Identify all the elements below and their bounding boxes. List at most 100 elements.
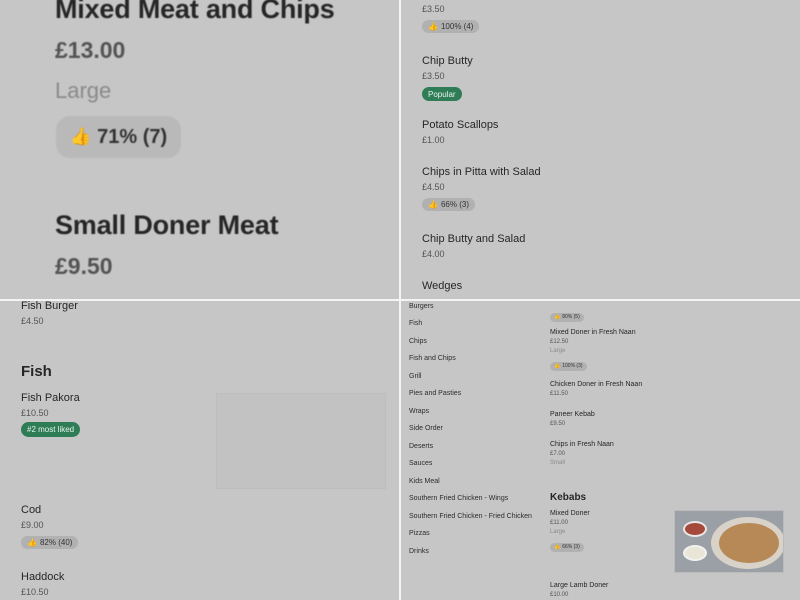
thumbs-up-icon: 👍: [70, 127, 92, 146]
menu-item[interactable]: 👍 80% (5): [550, 305, 584, 323]
horizontal-divider: [0, 299, 800, 301]
category-link-burgers[interactable]: Burgers: [409, 303, 434, 310]
item-name: Fish Pakora: [21, 392, 80, 404]
menu-item[interactable]: Chips in Fresh Naan £7.00 Small: [550, 441, 614, 466]
menu-item[interactable]: Chips in Pitta with Salad £4.50 👍 66% (3…: [422, 166, 541, 212]
category-link-sfc-fried-chicken[interactable]: Southern Fried Chicken - Fried Chicken: [409, 513, 532, 520]
item-name: Wedges: [422, 280, 463, 292]
item-name: Paneer Kebab: [550, 411, 595, 418]
chips-menu-panel: £3.50 👍 100% (4) Chip Butty £3.50 Popula…: [400, 0, 800, 300]
item-price: £11.50: [550, 391, 568, 397]
category-link-fish-and-chips[interactable]: Fish and Chips: [409, 355, 456, 362]
category-link-wraps[interactable]: Wraps: [409, 408, 429, 415]
item-size: Small: [550, 460, 566, 466]
item-name: Chip Butty: [422, 55, 473, 67]
category-link-pizzas[interactable]: Pizzas: [409, 530, 430, 537]
section-heading: Fish: [21, 363, 52, 380]
food-shape: [719, 523, 779, 563]
menu-item[interactable]: Wedges: [422, 280, 462, 292]
item-price: £9.50: [550, 421, 566, 427]
fish-menu-panel: Fish Burger £4.50 Fish Fish Pakora £10.5…: [0, 300, 400, 600]
rating-badge: 👍 80% (5): [550, 312, 584, 322]
category-link-fish[interactable]: Fish: [409, 320, 422, 327]
item-price: £9.50: [55, 253, 113, 279]
menu-item[interactable]: Paneer Kebab £9.50: [550, 411, 595, 427]
item-name: Fish Burger: [21, 300, 78, 312]
category-link-sfc-wings[interactable]: Southern Fried Chicken - Wings: [409, 495, 508, 502]
item-size: Large: [55, 78, 112, 103]
category-link-side-order[interactable]: Side Order: [409, 425, 443, 432]
popular-badge: Popular: [422, 87, 462, 101]
rating-text: 100% (4): [440, 22, 474, 31]
rating-text: 80% (5): [562, 314, 580, 320]
menu-item[interactable]: Fish Burger £4.50: [21, 300, 78, 326]
item-price: £3.50: [422, 4, 445, 14]
rating-badge: 👍 66% (3): [422, 198, 475, 211]
item-price: £7.00: [550, 451, 566, 457]
item-name: Chips in Fresh Naan: [550, 441, 614, 448]
item-size: Large: [550, 348, 566, 354]
menu-item[interactable]: Chip Butty and Salad £4.00: [422, 233, 525, 259]
thumbs-up-icon: 👍: [428, 200, 438, 209]
item-name: Mixed Doner: [550, 510, 590, 517]
most-liked-badge: #2 most liked: [21, 422, 81, 437]
menu-item[interactable]: Fish Pakora £10.50 #2 most liked: [21, 392, 81, 437]
item-price: £11.00: [550, 520, 568, 526]
menu-item[interactable]: £3.50 👍 100% (4): [422, 4, 480, 34]
sauce-bowl-white: [683, 545, 707, 561]
item-name[interactable]: Mixed Meat and Chips: [55, 0, 335, 25]
item-name: Potato Scallops: [422, 119, 499, 131]
sauce-bowl-red: [683, 521, 707, 537]
menu-item[interactable]: Potato Scallops £1.00: [422, 119, 498, 145]
item-name: Cod: [21, 504, 42, 516]
item-name: Chicken Doner in Fresh Naan: [550, 381, 643, 388]
category-link-kids-meal[interactable]: Kids Meal: [409, 478, 440, 485]
item-price: £13.00: [55, 37, 126, 63]
category-link-drinks[interactable]: Drinks: [409, 548, 429, 555]
item-name: Chip Butty and Salad: [422, 233, 526, 245]
item-price: £12.50: [550, 339, 569, 345]
item-price: £10.50: [21, 587, 49, 597]
rating-badge: 👍 100% (3): [550, 361, 587, 371]
item-name[interactable]: Small Doner Meat: [55, 210, 279, 241]
menu-item[interactable]: Mixed Doner in Fresh Naan £12.50 Large 👍…: [550, 329, 636, 372]
thumbs-up-icon: 👍: [428, 22, 438, 31]
item-name: Mixed Doner in Fresh Naan: [550, 329, 636, 336]
item-price: £10.50: [21, 408, 49, 418]
rating-badge: 👍 100% (4): [422, 20, 480, 33]
category-link-sauces[interactable]: Sauces: [409, 460, 432, 467]
menu-item[interactable]: Haddock £10.50: [21, 571, 64, 597]
item-image-placeholder[interactable]: [216, 393, 386, 489]
item-price: £4.00: [422, 249, 445, 259]
item-size: Large: [550, 529, 566, 535]
rating-text: 100% (3): [562, 363, 583, 369]
menu-item[interactable]: Chicken Doner in Fresh Naan £11.50: [550, 381, 642, 397]
thumbs-up-icon: 👍: [27, 538, 37, 547]
category-link-grill[interactable]: Grill: [409, 373, 421, 380]
category-link-pies-and-pasties[interactable]: Pies and Pasties: [409, 390, 461, 397]
zoomed-menu-panel: Mixed Meat and Chips £13.00 Large 👍 71% …: [0, 0, 400, 300]
thumbs-up-icon: 👍: [554, 363, 561, 369]
menu-item[interactable]: Cod £9.00 👍 82% (40): [21, 504, 79, 550]
category-link-deserts[interactable]: Deserts: [409, 443, 433, 450]
item-name: Haddock: [21, 571, 65, 583]
food-photo[interactable]: [674, 510, 784, 573]
item-price: £9.00: [21, 520, 44, 530]
menu-item[interactable]: Mixed Doner £11.00 Large 👍 66% (3): [550, 510, 590, 553]
rating-badge: 👍 82% (40): [21, 536, 79, 549]
menu-item[interactable]: Chip Butty £3.50 Popular: [422, 55, 473, 102]
category-menu-panel: Burgers Fish Chips Fish and Chips Grill …: [400, 300, 800, 600]
item-price: £10.00: [550, 592, 569, 598]
category-link-chips[interactable]: Chips: [409, 338, 427, 345]
thumbs-up-icon: 👍: [554, 314, 561, 320]
item-name: Chips in Pitta with Salad: [422, 166, 541, 178]
section-heading: Kebabs: [550, 492, 587, 503]
item-price: £4.50: [21, 316, 44, 326]
item-price: £4.50: [422, 182, 445, 192]
item-price: £1.00: [422, 135, 445, 145]
item-price: £3.50: [422, 71, 445, 81]
rating-badge: 👍 71% (7): [56, 116, 182, 158]
menu-item[interactable]: Large Lamb Doner £10.00: [550, 582, 608, 598]
rating-text: 82% (40): [39, 538, 73, 547]
rating-text: 71% (7): [97, 125, 168, 148]
